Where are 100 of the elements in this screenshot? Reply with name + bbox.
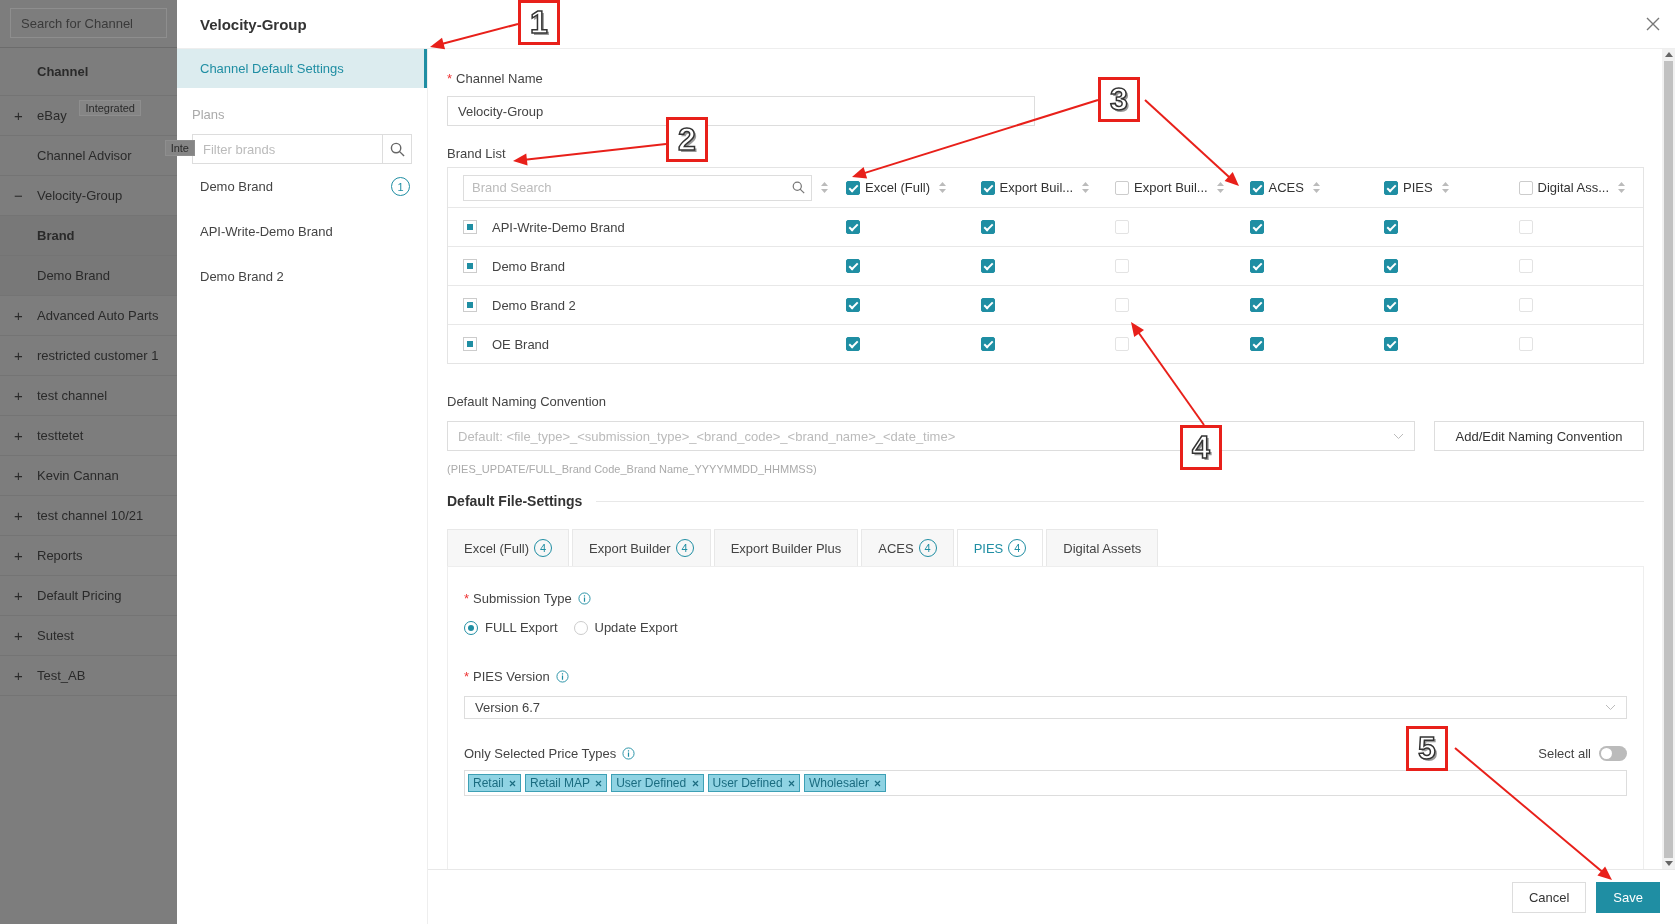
nav-item[interactable]: Channel Default Settings (177, 49, 427, 88)
column-checkbox[interactable] (1115, 180, 1129, 195)
expander-toggle[interactable]: + (0, 667, 37, 684)
tab[interactable]: Export Builder Plus (713, 529, 859, 566)
expander-toggle[interactable]: + (0, 387, 37, 404)
cell-checkbox[interactable] (1249, 259, 1264, 273)
row-select-checkbox[interactable] (463, 337, 477, 351)
channel-name-field[interactable]: Velocity-Group (447, 96, 1035, 126)
field-label: PIES Version (473, 669, 550, 684)
row-select-checkbox[interactable] (463, 259, 477, 273)
cell-checkbox[interactable] (846, 337, 860, 351)
row-select-checkbox[interactable] (463, 220, 477, 234)
price-type-tag[interactable]: Retail MAP (525, 774, 608, 792)
brand-search-field[interactable]: Brand Search (463, 174, 812, 201)
expander-toggle[interactable]: + (0, 107, 37, 124)
field-label: Submission Type (473, 591, 572, 606)
expander-toggle[interactable]: + (0, 507, 37, 524)
price-type-tag[interactable]: User Defined (707, 774, 800, 792)
column-checkbox[interactable] (1518, 180, 1533, 195)
brand-name-cell: API-Write-Demo Brand (492, 219, 625, 235)
channel-item[interactable]: Reports (37, 548, 83, 563)
expander-toggle[interactable]: + (0, 347, 37, 364)
plan-brand-item[interactable]: Demo Brand 2 (200, 269, 284, 284)
expander-toggle[interactable]: + (0, 587, 37, 604)
plan-brand-item[interactable]: Demo Brand (200, 179, 273, 194)
remove-icon[interactable] (874, 780, 882, 787)
channel-item[interactable]: Advanced Auto Parts (37, 308, 159, 323)
cell-checkbox[interactable] (1384, 337, 1398, 351)
column-checkbox[interactable] (846, 180, 860, 195)
expander-toggle[interactable]: − (0, 187, 37, 204)
cell-checkbox[interactable] (980, 337, 995, 351)
channel-item[interactable]: Test_AB (37, 668, 86, 683)
save-button[interactable]: Save (1596, 881, 1660, 913)
channel-item[interactable]: Velocity-Group (37, 188, 123, 203)
channel-search-field[interactable]: Search for Channel (10, 8, 167, 38)
info-icon (555, 670, 569, 683)
close-icon[interactable] (1646, 17, 1660, 31)
chevron-down-icon (1605, 704, 1616, 711)
column-checkbox[interactable] (1384, 180, 1398, 195)
select-all-switch[interactable] (1599, 746, 1627, 761)
channel-item[interactable]: restricted customer 1 (37, 348, 159, 363)
add-edit-naming-button[interactable]: Add/Edit Naming Convention (1434, 421, 1644, 451)
remove-icon[interactable] (509, 780, 516, 787)
search-button[interactable] (382, 134, 412, 164)
tab[interactable]: Digital Assets (1046, 529, 1159, 566)
tab[interactable]: PIES 4 (956, 529, 1044, 566)
channel-item[interactable]: eBay (37, 108, 67, 123)
channel-item[interactable]: test channel (37, 388, 108, 403)
tab[interactable]: Excel (Full) 4 (447, 529, 569, 566)
scroll-up-icon[interactable] (1664, 52, 1673, 57)
price-types-field[interactable]: Retail Retail MAP User Defined User Defined Wholesaler (464, 770, 1627, 796)
channel-item[interactable]: Default Pricing (37, 588, 122, 603)
cell-checkbox[interactable] (980, 220, 995, 234)
field-label: Brand List (447, 146, 506, 161)
cell-checkbox[interactable] (1384, 220, 1398, 234)
cell-checkbox[interactable] (1384, 298, 1398, 312)
scroll-down-icon[interactable] (1664, 861, 1673, 866)
column-checkbox[interactable] (980, 180, 995, 195)
brand-item[interactable]: Demo Brand (37, 268, 110, 283)
channel-item[interactable]: Kevin Cannan (37, 468, 119, 483)
chevron-down-icon (1393, 432, 1404, 440)
cell-checkbox[interactable] (1249, 298, 1264, 312)
filter-field[interactable]: Filter brands (192, 134, 382, 164)
cell-checkbox[interactable] (846, 259, 860, 273)
price-type-tag[interactable]: Wholesaler (803, 774, 887, 792)
expander-toggle[interactable]: + (0, 307, 37, 324)
row-select-checkbox[interactable] (463, 298, 477, 312)
price-type-tag[interactable]: Retail (468, 774, 521, 792)
remove-icon[interactable] (691, 780, 699, 787)
pies-version-dropdown[interactable]: Version 6.7 (464, 696, 1627, 719)
cancel-button[interactable]: Cancel (1511, 881, 1587, 913)
cell-checkbox[interactable] (846, 220, 860, 234)
expander-toggle[interactable]: + (0, 427, 37, 444)
cell-checkbox[interactable] (980, 259, 995, 273)
price-type-tag[interactable]: User Defined (611, 774, 704, 792)
search-icon[interactable] (792, 180, 805, 194)
column-header: Excel (Full) (865, 180, 930, 195)
tab[interactable]: Export Builder 4 (572, 529, 711, 566)
cell-checkbox[interactable] (1384, 259, 1398, 273)
cell-checkbox[interactable] (980, 298, 995, 312)
expander-toggle[interactable]: + (0, 547, 37, 564)
cell-checkbox[interactable] (846, 298, 860, 312)
channel-item[interactable]: Sutest (37, 628, 74, 643)
expander-toggle[interactable]: + (0, 467, 37, 484)
cell-checkbox[interactable] (1249, 337, 1264, 351)
remove-icon[interactable] (787, 780, 795, 787)
sub-header: Brand (37, 228, 75, 243)
cell-checkbox[interactable] (1249, 220, 1264, 234)
remove-icon[interactable] (595, 780, 603, 787)
channel-item[interactable]: testtetet (37, 428, 84, 443)
plan-brand-item[interactable]: API-Write-Demo Brand (200, 224, 333, 239)
expander-toggle[interactable]: + (0, 627, 37, 644)
step-number-callout: 4 (1180, 425, 1222, 470)
channel-item[interactable]: Channel Advisor (37, 148, 132, 163)
scrollbar[interactable] (1662, 49, 1675, 869)
channel-item[interactable]: test channel 10/21 (37, 508, 144, 523)
brand-name-cell: Demo Brand 2 (492, 297, 576, 313)
tab[interactable]: ACES 4 (861, 529, 954, 566)
brand-name-cell: OE Brand (492, 336, 550, 352)
column-checkbox[interactable] (1249, 180, 1264, 195)
